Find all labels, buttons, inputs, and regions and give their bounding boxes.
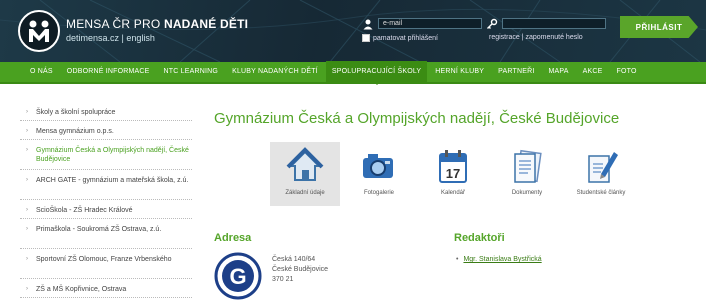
address-line: Česká 140/64	[272, 256, 316, 263]
address-line: 370 21	[272, 276, 294, 283]
address-line: České Budějovice	[272, 266, 329, 273]
nav-item[interactable]: O NÁS	[30, 61, 53, 83]
login-button[interactable]: PŘIHLÁSIT	[620, 16, 698, 38]
sidebar-item-label: Gymnázium Česká a Olympijských nadějí, Č…	[36, 147, 189, 163]
pen-document-icon	[588, 152, 618, 183]
email-login-group: e-mail	[362, 17, 482, 30]
sidebar-item[interactable]: › Primaškola - Soukromá ZŠ Ostrava, z.ú.	[20, 219, 192, 249]
tile-label: Základní údaje	[285, 190, 325, 196]
chevron-right-icon: ›	[26, 256, 28, 262]
password-login-group	[486, 17, 606, 30]
editors-heading: Redaktoři	[454, 232, 505, 244]
sidebar-item[interactable]: › ZŠ a MŠ Kopřivnice, Ostrava	[20, 279, 192, 298]
brand-title-bold: NADANÉ DĚTI	[163, 17, 249, 31]
svg-text:17: 17	[446, 166, 460, 181]
site-header: MENSA ČR PRO NADANÉ DĚTI detimensa.cz | …	[0, 0, 706, 62]
nav-item[interactable]: ODBORNÉ INFORMACE	[67, 61, 150, 83]
sidebar-item[interactable]: › ARCH GATE - gymnázium a mateřská škola,…	[20, 170, 192, 200]
tile-documents[interactable]: Dokumenty	[492, 142, 562, 206]
tile-label: Fotogalerie	[363, 190, 395, 196]
chevron-right-icon: ›	[26, 147, 28, 153]
remember-label: pamatovat přihlášení	[373, 34, 438, 42]
tile-label: Dokumenty	[511, 190, 543, 196]
password-field[interactable]	[502, 18, 606, 29]
sidebar-item[interactable]: › Gymnázium Česká a Olympijských nadějí, …	[20, 140, 192, 170]
address-block: Česká 140/64 České Budějovice 370 21	[272, 255, 328, 285]
tile-calendar[interactable]: 17 Kalendář	[418, 142, 488, 206]
svg-text:G: G	[229, 264, 246, 289]
sidebar-item-label: ScioŠkola - ZŠ Hradec Králové	[36, 207, 133, 214]
remember-checkbox[interactable]	[362, 34, 370, 42]
sidebar-item-label: Primaškola - Soukromá ZŠ Ostrava, z.ú.	[36, 226, 162, 233]
tile-label: Kalendář	[440, 190, 466, 196]
section-tiles: Základní údaje Fotogalerie 17 Kalendář D…	[270, 142, 630, 206]
sidebar-item-label: Sportovní ZŠ Olomouc, Franze Vrbenského	[36, 256, 172, 263]
language-links: detimensa.cz | english	[66, 33, 155, 43]
tile-label: Studentské články	[576, 190, 626, 196]
email-field[interactable]: e-mail	[378, 18, 482, 29]
lang-cs-link[interactable]: detimensa.cz	[66, 33, 119, 43]
nav-item[interactable]: FOTO	[617, 61, 637, 83]
bullet-icon: •	[456, 256, 459, 263]
camera-icon	[363, 154, 393, 178]
documents-icon	[514, 149, 542, 183]
school-logo: G	[214, 252, 262, 300]
header-background-pattern	[0, 0, 706, 62]
sidebar-item-label: Mensa gymnázium o.p.s.	[36, 128, 114, 135]
nav-item[interactable]: MAPA	[549, 61, 569, 83]
house-icon	[286, 147, 324, 181]
chevron-right-icon: ›	[26, 286, 28, 292]
calendar-icon: 17	[439, 150, 467, 183]
address-heading: Adresa	[214, 232, 252, 244]
login-links: registrace | zapomenuté heslo	[489, 34, 583, 41]
sidebar-item-label: ARCH GATE - gymnázium a mateřská škola, …	[36, 177, 189, 184]
nav-item[interactable]: HERNÍ KLUBY	[435, 61, 484, 83]
sidebar-item[interactable]: › ScioŠkola - ZŠ Hradec Králové	[20, 200, 192, 219]
sidebar-item-label: Školy a školní spolupráce	[36, 109, 116, 116]
mensa-logo[interactable]	[18, 10, 60, 52]
key-icon	[487, 18, 498, 29]
nav-item[interactable]: AKCE	[583, 61, 603, 83]
nav-item[interactable]: NTC LEARNING	[164, 61, 219, 83]
sidebar-item[interactable]: › Sportovní ZŠ Olomouc, Franze Vrbenského	[20, 249, 192, 279]
sidebar-item[interactable]: › Školy a školní spolupráce	[20, 102, 192, 121]
sidebar-item[interactable]: › Mensa gymnázium o.p.s.	[20, 121, 192, 140]
nav-item[interactable]: PARTNEŘI	[498, 61, 534, 83]
chevron-right-icon: ›	[26, 226, 28, 232]
tile-photo-gallery[interactable]: Fotogalerie	[344, 142, 414, 206]
lang-en-link[interactable]: english	[126, 33, 155, 43]
remember-login[interactable]: pamatovat přihlášení	[362, 34, 438, 42]
mensa-logo-icon	[29, 20, 49, 42]
tile-basic-info[interactable]: Základní údaje	[270, 142, 340, 206]
brand-title[interactable]: MENSA ČR PRO NADANÉ DĚTI	[66, 17, 248, 31]
page-title: Gymnázium Česká a Olympijských nadějí, Č…	[214, 110, 620, 127]
brand-title-prefix: MENSA ČR PRO	[66, 17, 164, 31]
editor-name[interactable]: Mgr. Stanislava Bystřická	[463, 256, 541, 263]
main-navigation: O NÁS ODBORNÉ INFORMACE NTC LEARNING KLUBY …	[0, 61, 706, 85]
editor-link[interactable]: • Mgr. Stanislava Bystřická	[456, 256, 542, 263]
forgot-password-link[interactable]: zapomenuté heslo	[525, 34, 582, 41]
user-icon	[363, 19, 373, 29]
sidebar: › Školy a školní spolupráce › Mensa gymnázi…	[20, 102, 192, 298]
nav-item[interactable]: SPOLUPRACUJÍCÍ ŠKOLY	[325, 61, 428, 85]
chevron-right-icon: ›	[26, 109, 28, 115]
sidebar-item-label: ZŠ a MŠ Kopřivnice, Ostrava	[36, 286, 127, 293]
nav-item[interactable]: KLUBY NADANÝCH DĚTÍ	[232, 61, 318, 83]
register-link[interactable]: registrace	[489, 34, 520, 41]
tile-student-articles[interactable]: Studentské články	[566, 142, 636, 206]
chevron-right-icon: ›	[26, 128, 28, 134]
chevron-right-icon: ›	[26, 177, 28, 183]
chevron-right-icon: ›	[26, 207, 28, 213]
